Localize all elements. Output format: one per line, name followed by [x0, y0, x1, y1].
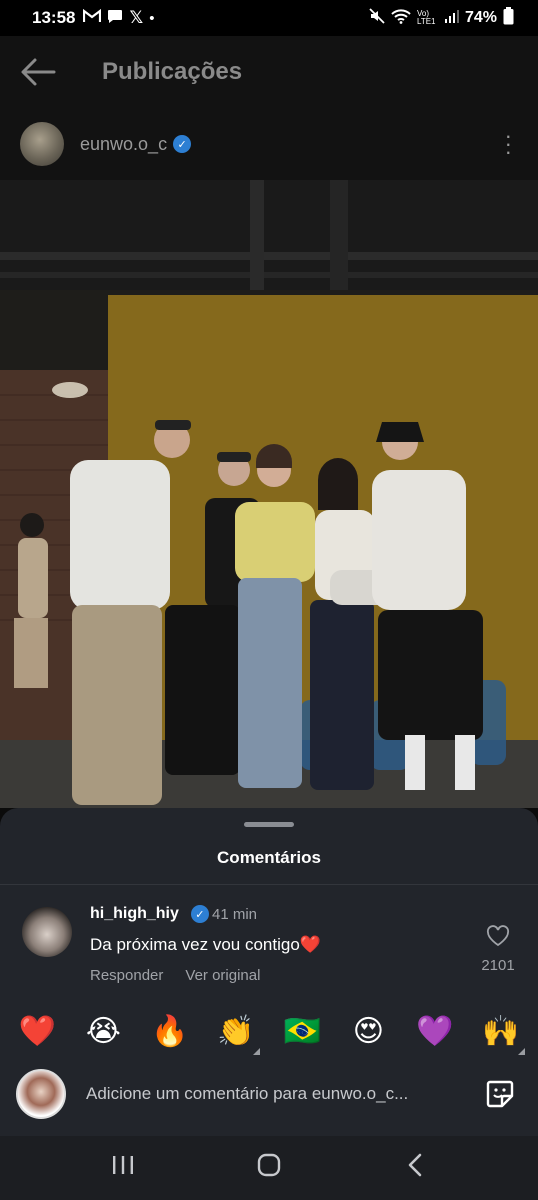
post-photo[interactable]	[0, 180, 538, 808]
like-count: 2101	[481, 957, 515, 974]
emoji-heart-eyes[interactable]: 😍	[346, 1014, 390, 1049]
sheet-drag-handle[interactable]	[244, 822, 294, 827]
quick-emoji-bar: ❤️ 😭 🔥 👏 🇧🇷 😍 💜 🙌	[0, 1008, 538, 1055]
comments-title: Comentários	[217, 848, 321, 867]
group-photo-illustration	[0, 180, 538, 808]
mute-icon	[369, 8, 385, 28]
verified-badge-icon: ✓	[173, 135, 192, 153]
gmail-icon	[83, 8, 102, 27]
emoji-heart[interactable]: ❤️	[15, 1014, 59, 1049]
back-icon[interactable]	[385, 1153, 445, 1184]
home-icon[interactable]	[239, 1153, 299, 1184]
emoji-raised-hands-glyph: 🙌	[482, 1014, 520, 1048]
commenter-username-row[interactable]: hi_high_hiy ✓	[90, 905, 209, 923]
commenter-username[interactable]: hi_high_hiy	[90, 905, 179, 923]
see-original-button[interactable]: Ver original	[185, 967, 260, 984]
page-title: Publicações	[102, 58, 243, 85]
variant-indicator-icon	[252, 1047, 260, 1055]
variant-indicator-icon	[517, 1047, 525, 1055]
emoji-crying[interactable]: 😭	[81, 1014, 125, 1049]
wifi-icon	[391, 8, 411, 28]
messages-icon	[107, 9, 123, 28]
battery-icon	[503, 7, 514, 29]
emoji-raised-hands[interactable]: 🙌	[479, 1014, 525, 1055]
verified-badge-icon: ✓	[190, 905, 209, 923]
emoji-brazil-flag[interactable]: 🇧🇷	[280, 1014, 324, 1049]
network-label: Vo) LTE1	[416, 9, 436, 26]
post-author-row[interactable]: eunwo.o_c ✓ · · ·	[0, 110, 538, 178]
comment-time: 41 min	[212, 906, 258, 923]
sticker-icon[interactable]	[484, 1078, 516, 1110]
commenter-avatar[interactable]	[22, 907, 72, 957]
current-user-avatar	[16, 1069, 66, 1119]
dot-icon: •	[149, 9, 155, 27]
battery-percent: 74%	[464, 9, 497, 26]
comment-input[interactable]: Adicione um comentário para eunwo.o_c...	[86, 1084, 458, 1104]
author-avatar[interactable]	[20, 122, 64, 166]
divider	[0, 884, 538, 885]
system-nav-bar	[0, 1136, 538, 1200]
reply-button[interactable]: Responder	[90, 967, 163, 984]
like-heart-icon[interactable]	[486, 925, 510, 947]
status-right: Vo) LTE1 74%	[369, 7, 514, 29]
comment-actions: Responder Ver original	[90, 967, 260, 984]
signal-icon	[444, 9, 459, 27]
status-bar: 13:58 𝕏 • Vo) LTE1 74%	[0, 0, 538, 36]
emoji-clap[interactable]: 👏	[214, 1014, 260, 1055]
x-icon: 𝕏	[129, 8, 144, 27]
more-options-icon[interactable]: · · ·	[505, 125, 512, 163]
top-app-bar: Publicações	[0, 36, 538, 108]
comment-text: Da próxima vez vou contigo❤️	[90, 935, 321, 954]
back-arrow-icon[interactable]	[20, 57, 60, 87]
comment-input-row: Adicione um comentário para eunwo.o_c...	[0, 1066, 538, 1122]
emoji-clap-glyph: 👏	[217, 1014, 255, 1048]
status-time: 13:58	[32, 8, 76, 27]
recent-apps-icon[interactable]	[93, 1154, 153, 1183]
author-username[interactable]: eunwo.o_c	[80, 134, 167, 155]
emoji-purple-heart[interactable]: 💜	[413, 1014, 457, 1049]
emoji-fire[interactable]: 🔥	[148, 1014, 192, 1049]
